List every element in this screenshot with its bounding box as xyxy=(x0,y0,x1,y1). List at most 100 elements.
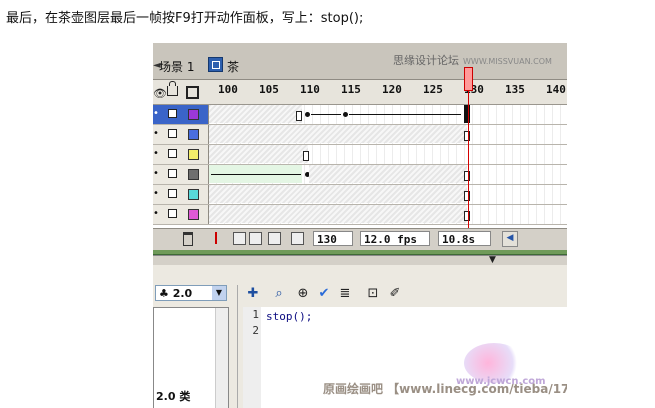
outline-icon[interactable] xyxy=(186,86,199,99)
scene-label[interactable]: 场景 1 xyxy=(159,58,194,75)
onion-outline-icon[interactable] xyxy=(249,232,262,245)
layer-controls[interactable]: • xyxy=(153,165,209,184)
line-number: 1 xyxy=(252,308,259,321)
eye-icon[interactable]: 👁 xyxy=(153,87,167,100)
layer-row[interactable]: • xyxy=(153,185,567,205)
toolbox-category-label[interactable]: 2.0 类 xyxy=(156,388,190,404)
toolbox-scrollbar[interactable] xyxy=(215,308,228,408)
timeline-footer: 130 12.0 fps 10.8s ◀ xyxy=(153,228,567,251)
as-version-value: ♣ 2.0 xyxy=(159,287,193,300)
layer-frames[interactable] xyxy=(209,125,567,144)
debug-options-icon[interactable]: ✐ xyxy=(387,286,403,302)
lock-icon[interactable] xyxy=(168,129,177,138)
layer-color-swatch[interactable] xyxy=(188,109,199,120)
panel-divider[interactable] xyxy=(237,285,238,408)
layer-row[interactable]: • xyxy=(153,165,567,185)
frame-span xyxy=(209,205,467,223)
symbol-label[interactable]: 茶 xyxy=(227,58,239,75)
actionscript-version-select[interactable]: ♣ 2.0 ▼ xyxy=(155,285,227,301)
layer-row[interactable]: • xyxy=(153,125,567,145)
ruler-tick: 120 xyxy=(382,83,402,96)
frame-span xyxy=(209,105,302,123)
layer-controls[interactable]: • xyxy=(153,105,209,124)
lock-icon[interactable] xyxy=(168,209,177,218)
layer-color-swatch[interactable] xyxy=(188,149,199,160)
target-path-icon[interactable]: ⊕ xyxy=(295,286,311,302)
keyframe-dot[interactable] xyxy=(305,112,310,117)
keyframe-dot[interactable] xyxy=(343,112,348,117)
lock-icon[interactable] xyxy=(168,169,177,178)
layer-frames[interactable] xyxy=(209,165,567,184)
visibility-dot[interactable]: • xyxy=(153,128,159,139)
frame-rate: 12.0 fps xyxy=(360,231,430,246)
layer-frames[interactable] xyxy=(209,145,567,164)
frame-span xyxy=(309,165,467,183)
action-keyframe[interactable] xyxy=(464,105,470,123)
ruler-tick: 115 xyxy=(341,83,361,96)
current-frame: 130 xyxy=(313,231,353,246)
keyframe[interactable] xyxy=(464,171,470,181)
keyframe[interactable] xyxy=(464,211,470,221)
layer-frames[interactable] xyxy=(209,185,567,204)
tween-arrow xyxy=(349,114,461,115)
watermark-bottom: 原画绘画吧 【www.linecg.com/tieba/1797】 www.jc… xyxy=(323,376,567,396)
add-statement-icon[interactable]: ✚ xyxy=(245,286,261,302)
lock-icon[interactable] xyxy=(168,149,177,158)
visibility-dot[interactable]: • xyxy=(153,168,159,179)
lock-icon[interactable] xyxy=(167,81,178,96)
center-frame-icon[interactable] xyxy=(215,232,217,244)
frame-span xyxy=(209,125,467,143)
elapsed-time: 10.8s xyxy=(438,231,491,246)
tween-arrow xyxy=(211,174,301,175)
layer-controls[interactable]: • xyxy=(153,185,209,204)
keyframe[interactable] xyxy=(464,191,470,201)
check-syntax-icon[interactable]: ✔ xyxy=(316,286,332,302)
layer-color-swatch[interactable] xyxy=(188,189,199,200)
tutorial-caption: 最后，在茶壶图层最后一帧按F9打开动作面板，写上：stop(); xyxy=(6,11,364,26)
chevron-down-icon[interactable]: ▼ xyxy=(212,286,226,300)
layer-controls[interactable]: • xyxy=(153,125,209,144)
code-line[interactable]: stop(); xyxy=(266,309,312,325)
ruler-tick: 135 xyxy=(505,83,525,96)
scroll-left-button[interactable]: ◀ xyxy=(502,231,518,247)
line-number: 2 xyxy=(252,324,259,337)
layer-controls[interactable]: • xyxy=(153,205,209,224)
visibility-dot[interactable]: • xyxy=(153,148,159,159)
lock-icon[interactable] xyxy=(168,109,177,118)
layer-frames[interactable] xyxy=(209,105,567,124)
layer-controls[interactable]: • xyxy=(153,145,209,164)
layer-color-swatch[interactable] xyxy=(188,129,199,140)
flash-screenshot: ◄ 场景 1 茶 思缘设计论坛 WWW.MISSVUAN.COM 👁 100 10… xyxy=(153,43,567,408)
collapse-arrow-icon[interactable]: ▼ xyxy=(489,255,496,265)
code-hint-icon[interactable]: ⊡ xyxy=(365,286,381,302)
layer-row[interactable]: • xyxy=(153,145,567,165)
symbol-icon xyxy=(208,57,223,72)
frame-ruler[interactable]: 100 105 110 115 120 125 130 135 140 xyxy=(208,80,567,104)
layer-frames[interactable] xyxy=(209,205,567,224)
edit-multiple-icon[interactable] xyxy=(268,232,281,245)
frame-span xyxy=(209,145,308,163)
playhead[interactable] xyxy=(464,67,473,91)
timeline-panel: 👁 100 105 110 115 120 125 130 135 140 • xyxy=(153,67,567,251)
onion-markers-icon[interactable] xyxy=(291,232,304,245)
layer-row[interactable]: • xyxy=(153,205,567,225)
ruler-tick: 125 xyxy=(423,83,443,96)
visibility-dot[interactable]: • xyxy=(153,188,159,199)
visibility-dot[interactable]: • xyxy=(153,108,159,119)
ruler-tick: 100 xyxy=(218,83,238,96)
lock-icon[interactable] xyxy=(168,189,177,198)
visibility-dot[interactable]: • xyxy=(153,208,159,219)
keyframe[interactable] xyxy=(296,111,302,121)
trash-icon[interactable] xyxy=(183,232,193,246)
find-icon[interactable]: ⌕ xyxy=(271,286,287,302)
auto-format-icon[interactable]: ≣ xyxy=(337,286,353,302)
onion-skin-icon[interactable] xyxy=(233,232,246,245)
ruler-tick: 140 xyxy=(546,83,566,96)
layer-color-swatch[interactable] xyxy=(188,209,199,220)
frame-span xyxy=(209,185,467,203)
keyframe[interactable] xyxy=(464,131,470,141)
layer-row[interactable]: • xyxy=(153,105,567,125)
keyframe[interactable] xyxy=(303,151,309,161)
layer-color-swatch[interactable] xyxy=(188,169,199,180)
ruler-tick: 105 xyxy=(259,83,279,96)
